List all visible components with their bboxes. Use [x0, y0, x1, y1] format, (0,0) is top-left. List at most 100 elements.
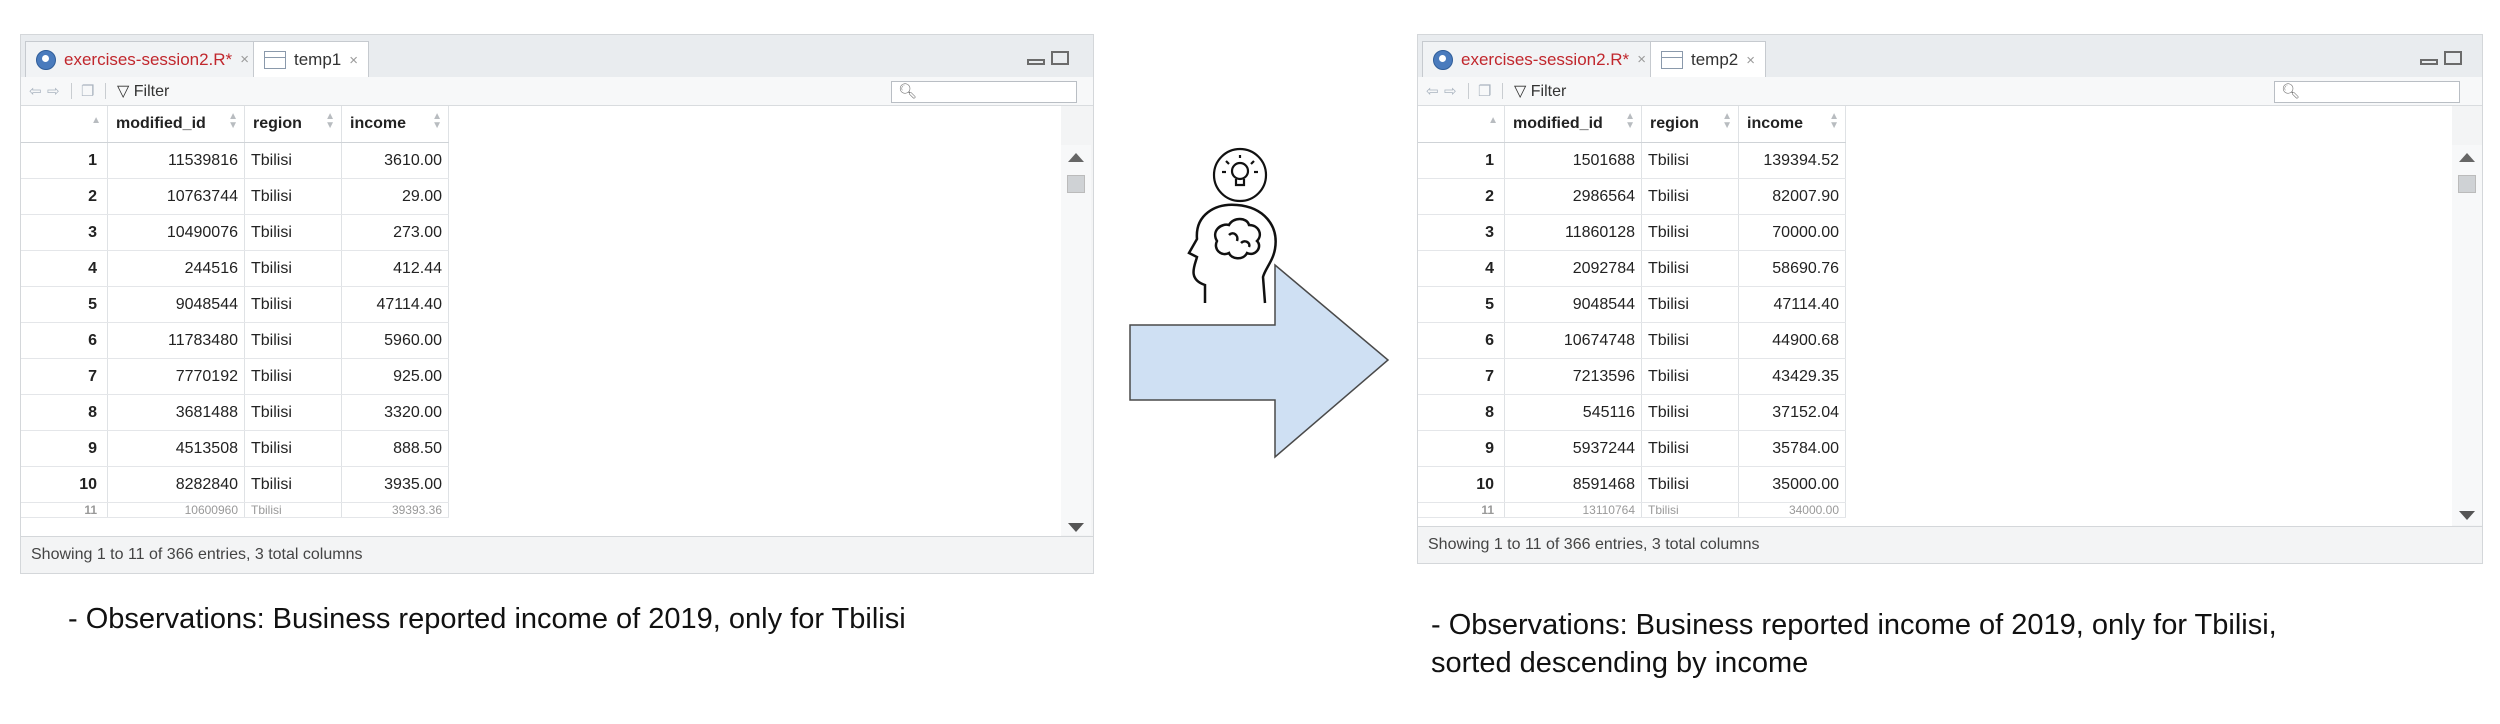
cell-region[interactable]: Tbilisi — [244, 502, 342, 518]
cell-region[interactable]: Tbilisi — [1641, 358, 1739, 395]
cell-region[interactable]: Tbilisi — [1641, 466, 1739, 503]
column-header-modified-id[interactable]: modified_id ▲ ▼ — [1504, 106, 1642, 143]
table-row[interactable]: 9 4513508 Tbilisi 888.50 — [21, 430, 449, 467]
vertical-scrollbar[interactable] — [2452, 145, 2482, 525]
table-row-partial[interactable]: 11 10600960 Tbilisi 39393.36 — [21, 502, 449, 518]
column-header-modified-id[interactable]: modified_id ▲ ▼ — [107, 106, 245, 143]
forward-icon[interactable]: ⇨ — [1444, 82, 1457, 100]
column-header-region[interactable]: region ▲ ▼ — [244, 106, 342, 143]
cell-region[interactable]: Tbilisi — [244, 430, 342, 467]
table-row[interactable]: 4 244516 Tbilisi 412.44 — [21, 250, 449, 287]
popout-icon[interactable]: ❐ — [1478, 82, 1491, 100]
cell-income[interactable]: 888.50 — [341, 430, 449, 467]
filter-button[interactable]: ▽ Filter — [117, 81, 169, 101]
tab-exercises-session2[interactable]: exercises-session2.R* × — [25, 41, 260, 77]
table-row[interactable]: 1 11539816 Tbilisi 3610.00 — [21, 142, 449, 179]
cell-income[interactable]: 3935.00 — [341, 466, 449, 503]
cell-region[interactable]: Tbilisi — [1641, 502, 1739, 518]
cell-modified-id[interactable]: 9048544 — [107, 286, 245, 323]
cell-income[interactable]: 412.44 — [341, 250, 449, 287]
cell-income[interactable]: 273.00 — [341, 214, 449, 251]
cell-modified-id[interactable]: 10600960 — [107, 502, 245, 518]
cell-modified-id[interactable]: 11783480 — [107, 322, 245, 359]
table-row[interactable]: 2 2986564 Tbilisi 82007.90 — [1418, 178, 1846, 215]
cell-modified-id[interactable]: 10674748 — [1504, 322, 1642, 359]
table-row[interactable]: 9 5937244 Tbilisi 35784.00 — [1418, 430, 1846, 467]
cell-modified-id[interactable]: 4513508 — [107, 430, 245, 467]
cell-income[interactable]: 47114.40 — [341, 286, 449, 323]
table-row-partial[interactable]: 11 13110764 Tbilisi 34000.00 — [1418, 502, 1846, 518]
cell-region[interactable]: Tbilisi — [244, 142, 342, 179]
cell-modified-id[interactable]: 8591468 — [1504, 466, 1642, 503]
cell-income[interactable]: 3320.00 — [341, 394, 449, 431]
table-row[interactable]: 7 7213596 Tbilisi 43429.35 — [1418, 358, 1846, 395]
scroll-down-icon[interactable] — [2459, 511, 2475, 520]
tab-temp1[interactable]: temp1 × — [253, 41, 370, 78]
cell-region[interactable]: Tbilisi — [244, 322, 342, 359]
cell-region[interactable]: Tbilisi — [244, 466, 342, 503]
cell-modified-id[interactable]: 7213596 — [1504, 358, 1642, 395]
cell-region[interactable]: Tbilisi — [244, 214, 342, 251]
table-row[interactable]: 4 2092784 Tbilisi 58690.76 — [1418, 250, 1846, 287]
table-row[interactable]: 3 11860128 Tbilisi 70000.00 — [1418, 214, 1846, 251]
cell-region[interactable]: Tbilisi — [1641, 394, 1739, 431]
table-row[interactable]: 6 11783480 Tbilisi 5960.00 — [21, 322, 449, 359]
cell-modified-id[interactable]: 7770192 — [107, 358, 245, 395]
column-header-region[interactable]: region ▲ ▼ — [1641, 106, 1739, 143]
close-icon[interactable]: × — [349, 52, 358, 69]
table-row[interactable]: 8 3681488 Tbilisi 3320.00 — [21, 394, 449, 431]
cell-income[interactable]: 82007.90 — [1738, 178, 1846, 215]
cell-modified-id[interactable]: 5937244 — [1504, 430, 1642, 467]
forward-icon[interactable]: ⇨ — [47, 82, 60, 100]
scroll-up-icon[interactable] — [2459, 153, 2475, 162]
cell-region[interactable]: Tbilisi — [1641, 214, 1739, 251]
cell-modified-id[interactable]: 244516 — [107, 250, 245, 287]
tab-exercises-session2[interactable]: exercises-session2.R* × — [1422, 41, 1657, 77]
cell-income[interactable]: 139394.52 — [1738, 142, 1846, 179]
scroll-thumb[interactable] — [1067, 175, 1085, 193]
cell-modified-id[interactable]: 11539816 — [107, 142, 245, 179]
back-icon[interactable]: ⇦ — [1426, 82, 1439, 100]
cell-modified-id[interactable]: 9048544 — [1504, 286, 1642, 323]
cell-income[interactable]: 925.00 — [341, 358, 449, 395]
cell-income[interactable]: 47114.40 — [1738, 286, 1846, 323]
cell-region[interactable]: Tbilisi — [1641, 142, 1739, 179]
tab-temp2[interactable]: temp2 × — [1650, 41, 1767, 78]
minimize-icon[interactable] — [1027, 59, 1045, 65]
cell-modified-id[interactable]: 13110764 — [1504, 502, 1642, 518]
search-input[interactable]: 🔍︎ — [2274, 81, 2460, 103]
vertical-scrollbar[interactable] — [1061, 145, 1091, 535]
cell-modified-id[interactable]: 10490076 — [107, 214, 245, 251]
cell-income[interactable]: 5960.00 — [341, 322, 449, 359]
table-row[interactable]: 2 10763744 Tbilisi 29.00 — [21, 178, 449, 215]
cell-region[interactable]: Tbilisi — [1641, 286, 1739, 323]
cell-modified-id[interactable]: 3681488 — [107, 394, 245, 431]
column-header-income[interactable]: income ▲ ▼ — [1738, 106, 1846, 143]
table-row[interactable]: 10 8591468 Tbilisi 35000.00 — [1418, 466, 1846, 503]
cell-income[interactable]: 37152.04 — [1738, 394, 1846, 431]
cell-modified-id[interactable]: 2092784 — [1504, 250, 1642, 287]
cell-income[interactable]: 44900.68 — [1738, 322, 1846, 359]
table-row[interactable]: 5 9048544 Tbilisi 47114.40 — [1418, 286, 1846, 323]
cell-income[interactable]: 35000.00 — [1738, 466, 1846, 503]
cell-modified-id[interactable]: 10763744 — [107, 178, 245, 215]
maximize-icon[interactable] — [2444, 51, 2462, 65]
cell-income[interactable]: 29.00 — [341, 178, 449, 215]
cell-region[interactable]: Tbilisi — [244, 358, 342, 395]
rownum-header[interactable]: ▲ — [21, 106, 108, 143]
scroll-thumb[interactable] — [2458, 175, 2476, 193]
table-row[interactable]: 3 10490076 Tbilisi 273.00 — [21, 214, 449, 251]
close-icon[interactable]: × — [1746, 52, 1755, 69]
cell-income[interactable]: 43429.35 — [1738, 358, 1846, 395]
cell-modified-id[interactable]: 1501688 — [1504, 142, 1642, 179]
rownum-header[interactable]: ▲ — [1418, 106, 1505, 143]
cell-region[interactable]: Tbilisi — [244, 286, 342, 323]
close-icon[interactable]: × — [1637, 51, 1646, 68]
table-row[interactable]: 7 7770192 Tbilisi 925.00 — [21, 358, 449, 395]
maximize-icon[interactable] — [1051, 51, 1069, 65]
cell-modified-id[interactable]: 8282840 — [107, 466, 245, 503]
cell-modified-id[interactable]: 2986564 — [1504, 178, 1642, 215]
table-row[interactable]: 8 545116 Tbilisi 37152.04 — [1418, 394, 1846, 431]
cell-income[interactable]: 58690.76 — [1738, 250, 1846, 287]
column-header-income[interactable]: income ▲ ▼ — [341, 106, 449, 143]
